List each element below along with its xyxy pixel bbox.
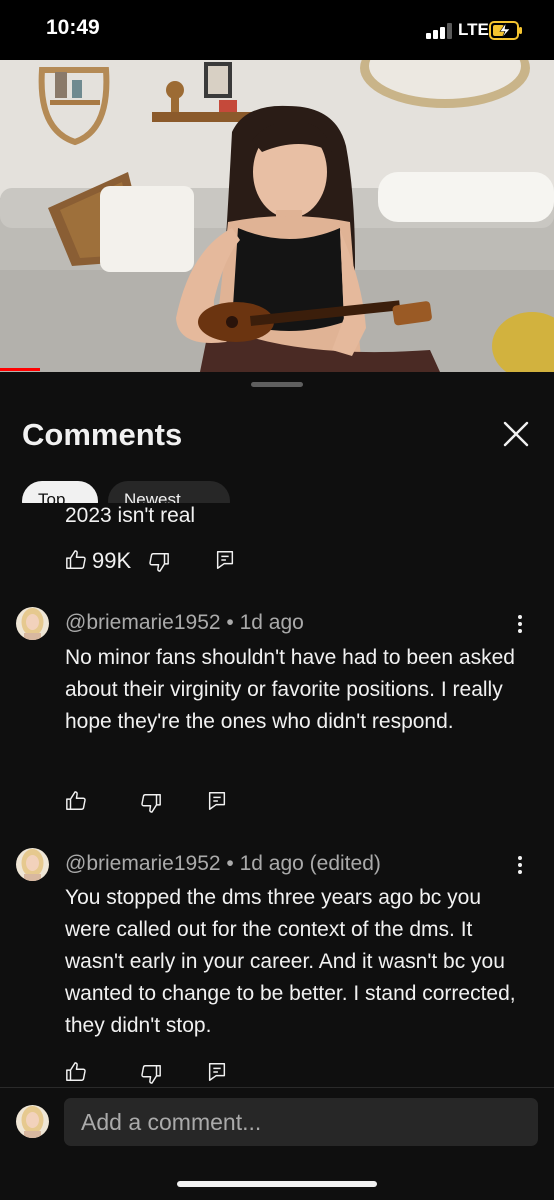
cellular-signal-icon <box>426 23 452 39</box>
sort-tabs: Top Newest <box>0 477 554 503</box>
reply-icon[interactable] <box>214 549 236 573</box>
comment-list[interactable]: 2023 isn't real 99K @briemarie1952 • 1d … <box>0 503 554 1087</box>
comment-text: You stopped the dms three years ago bc y… <box>65 886 516 1037</box>
add-comment-input[interactable] <box>64 1098 538 1146</box>
status-bar: 10:49 LTE <box>0 0 554 60</box>
comment-time: 1d ago <box>239 611 304 634</box>
battery-charging-icon <box>489 21 523 40</box>
dislike-icon[interactable] <box>140 792 162 816</box>
comment-text: 2023 isn't real <box>65 504 196 527</box>
dislike-icon[interactable] <box>140 1063 162 1087</box>
video-progress-bar[interactable] <box>0 368 40 371</box>
video-player[interactable] <box>0 60 554 372</box>
comment-meta: @briemarie1952 • 1d ago (edited) <box>65 852 381 875</box>
more-options-icon[interactable] <box>516 615 524 637</box>
more-options-icon[interactable] <box>516 856 524 878</box>
comment-author[interactable]: @briemarie1952 <box>65 852 221 875</box>
reply-icon[interactable] <box>206 1061 228 1085</box>
drag-handle[interactable] <box>251 382 303 387</box>
like-icon[interactable] <box>65 549 87 573</box>
like-icon[interactable] <box>65 790 87 814</box>
comment-text: No minor fans shouldn't have had to been… <box>65 646 515 733</box>
avatar[interactable] <box>16 607 49 640</box>
tab-newest[interactable]: Newest <box>108 481 230 503</box>
sheet-title: Comments <box>22 417 183 452</box>
home-indicator <box>177 1181 377 1187</box>
like-icon[interactable] <box>65 1061 87 1085</box>
divider <box>0 1087 554 1088</box>
comment-author[interactable]: @briemarie1952 <box>65 611 221 634</box>
video-frame <box>0 60 554 372</box>
comments-sheet: Comments Top Newest 2023 isn't real 99K <box>0 373 554 1200</box>
reply-icon[interactable] <box>206 790 228 814</box>
avatar[interactable] <box>16 848 49 881</box>
close-icon[interactable] <box>500 418 532 450</box>
like-count: 99K <box>92 548 132 573</box>
status-time: 10:49 <box>46 16 100 39</box>
avatar <box>16 1105 49 1138</box>
dislike-icon[interactable] <box>148 551 170 575</box>
comment-meta: @briemarie1952 • 1d ago <box>65 611 304 634</box>
network-type: LTE <box>458 20 489 39</box>
comment-time: 1d ago (edited) <box>239 852 381 875</box>
tab-top[interactable]: Top <box>22 481 98 503</box>
